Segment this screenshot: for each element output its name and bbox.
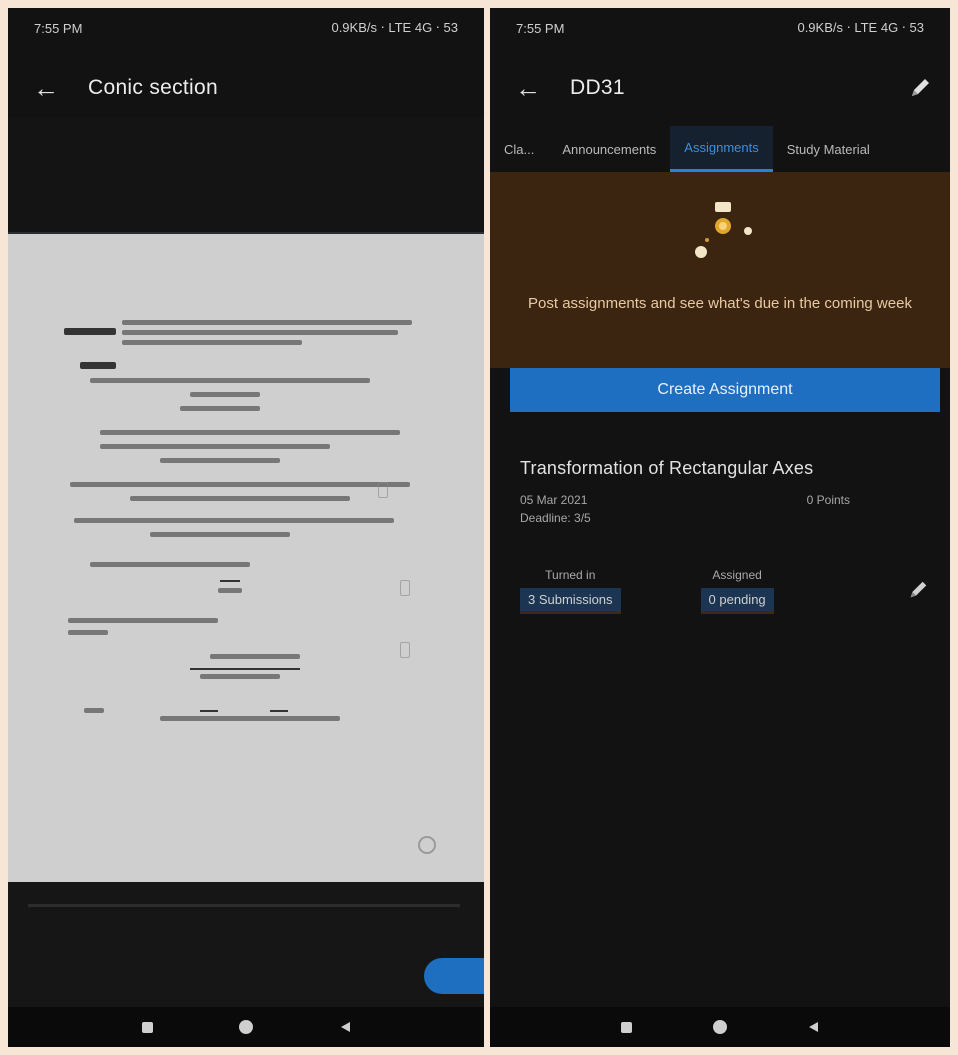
pencil-icon: [910, 581, 927, 598]
system-nav-bar: [8, 1007, 484, 1047]
stat-label: Assigned: [712, 568, 762, 582]
zoom-control-icon[interactable]: [418, 836, 436, 854]
left-phone-screen: 7:55 PM 0.9KB/s ⋅ LTE 4G ⋅ 53 ← Conic se…: [8, 8, 484, 1047]
assignment-posted-date: 05 Mar 2021: [520, 493, 588, 507]
back-button[interactable]: [337, 1019, 353, 1035]
status-bar: 7:55 PM 0.9KB/s ⋅ LTE 4G ⋅ 53: [490, 8, 950, 48]
edit-assignment-button[interactable]: [906, 578, 930, 607]
pencil-icon: [912, 79, 929, 96]
create-assignment-button[interactable]: Create Assignment: [510, 368, 940, 412]
home-icon: [238, 1020, 253, 1034]
back-arrow-icon[interactable]: ←: [504, 64, 552, 112]
assignment-illustration-icon: [695, 202, 752, 258]
system-nav-bar: [490, 1007, 950, 1047]
assignment-meta: 05 Mar 2021 0 Points: [520, 493, 930, 507]
page-title: Conic section: [88, 76, 218, 99]
assignment-stats: Turned in 3 Submissions Assigned 0 pendi…: [520, 568, 930, 614]
stat-label: Turned in: [545, 568, 596, 582]
status-icons: 0.9KB/s ⋅ LTE 4G ⋅ 53: [331, 20, 458, 35]
stat-value: 3 Submissions: [520, 588, 621, 614]
recents-button[interactable]: [619, 1019, 635, 1035]
document-viewer[interactable]: [8, 234, 484, 882]
tab-bar: Cla... Announcements Assignments Study M…: [490, 126, 950, 172]
assignment-deadline: Deadline: 3/5: [520, 511, 591, 525]
status-bar: 7:55 PM 0.9KB/s ⋅ LTE 4G ⋅ 53: [8, 8, 484, 48]
app-bar: ← Conic section: [8, 58, 484, 118]
comment-input[interactable]: [28, 904, 460, 907]
home-icon: [712, 1020, 727, 1034]
status-time: 7:55 PM: [34, 20, 83, 36]
app-bar: ← DD31: [490, 58, 950, 118]
status-time: 7:55 PM: [516, 20, 565, 36]
recents-icon: [141, 1021, 153, 1033]
home-button[interactable]: [238, 1019, 254, 1035]
recents-button[interactable]: [139, 1019, 155, 1035]
tab-study-material[interactable]: Study Material: [773, 126, 884, 172]
banner-text: Post assignments and see what's due in t…: [528, 295, 912, 312]
stat-assigned[interactable]: Assigned 0 pending: [700, 568, 774, 614]
comment-panel: [8, 882, 484, 1010]
assignment-card[interactable]: Transformation of Rectangular Axes 05 Ma…: [520, 458, 930, 658]
back-arrow-icon[interactable]: ←: [22, 64, 70, 112]
back-triangle-icon: [809, 1022, 819, 1032]
tab-announcements[interactable]: Announcements: [548, 126, 670, 172]
empty-state-banner: Post assignments and see what's due in t…: [490, 172, 950, 368]
back-button[interactable]: [805, 1019, 821, 1035]
back-triangle-icon: [340, 1022, 350, 1032]
stat-value: 0 pending: [700, 588, 774, 614]
status-icons: 0.9KB/s ⋅ LTE 4G ⋅ 53: [797, 20, 924, 35]
header-spacer: [8, 118, 484, 234]
stat-turned-in[interactable]: Turned in 3 Submissions: [520, 568, 621, 614]
right-phone-screen: 7:55 PM 0.9KB/s ⋅ LTE 4G ⋅ 53 ← DD31 Cla…: [490, 8, 950, 1047]
edit-class-button[interactable]: [900, 68, 940, 108]
recents-icon: [621, 1021, 633, 1033]
assignment-title[interactable]: Transformation of Rectangular Axes: [520, 458, 930, 479]
document-page-image: [60, 312, 420, 782]
submit-button[interactable]: [424, 958, 484, 994]
home-button[interactable]: [712, 1019, 728, 1035]
tab-class[interactable]: Cla...: [490, 126, 548, 172]
assignment-points: 0 Points: [806, 493, 850, 507]
class-title: DD31: [570, 76, 625, 99]
tab-assignments[interactable]: Assignments: [670, 126, 773, 172]
